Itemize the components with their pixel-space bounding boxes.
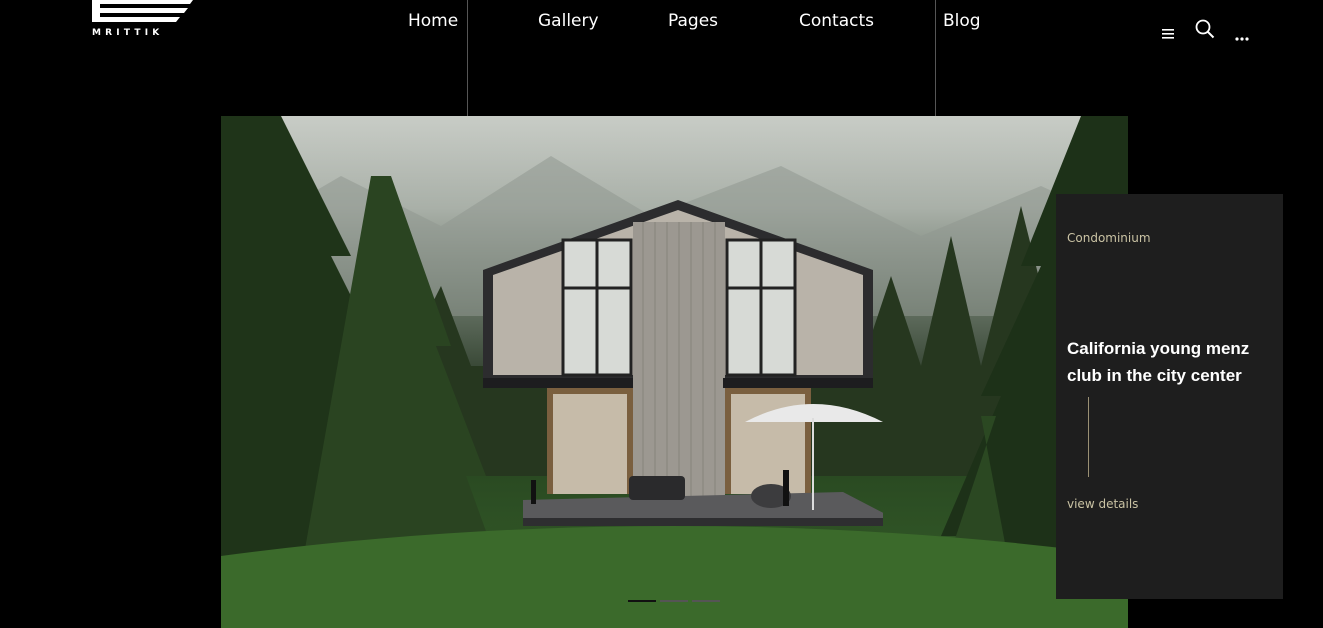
project-category[interactable]: Condominium (1067, 231, 1151, 245)
nav-item-contacts[interactable]: Contacts (799, 11, 874, 31)
more-icon[interactable] (1235, 26, 1249, 45)
nav-item-blog[interactable]: Blog (943, 11, 981, 31)
house-illustration (483, 200, 883, 526)
logo-mark-icon (92, 0, 193, 22)
nav-divider (935, 0, 936, 116)
project-title[interactable]: California young menz club in the city c… (1067, 335, 1277, 389)
hero-image (221, 116, 1128, 628)
slide-dot[interactable] (660, 600, 688, 602)
card-divider (1088, 397, 1089, 477)
slider-indicator (628, 600, 720, 602)
nav-item-home[interactable]: Home (408, 11, 458, 31)
project-card: Condominium California young menz club i… (1056, 194, 1283, 599)
nav-item-pages[interactable]: Pages (668, 11, 718, 31)
nav-divider (467, 0, 468, 116)
brand-name: MRITTIK (92, 28, 164, 38)
view-details-link[interactable]: view details (1067, 497, 1138, 511)
slide-dot[interactable] (692, 600, 720, 602)
slide-dot[interactable] (628, 600, 656, 602)
brand-logo[interactable]: MRITTIK (90, 0, 194, 40)
search-icon[interactable] (1195, 19, 1215, 43)
nav-item-gallery[interactable]: Gallery (538, 11, 599, 31)
menu-icon[interactable] (1162, 24, 1174, 43)
